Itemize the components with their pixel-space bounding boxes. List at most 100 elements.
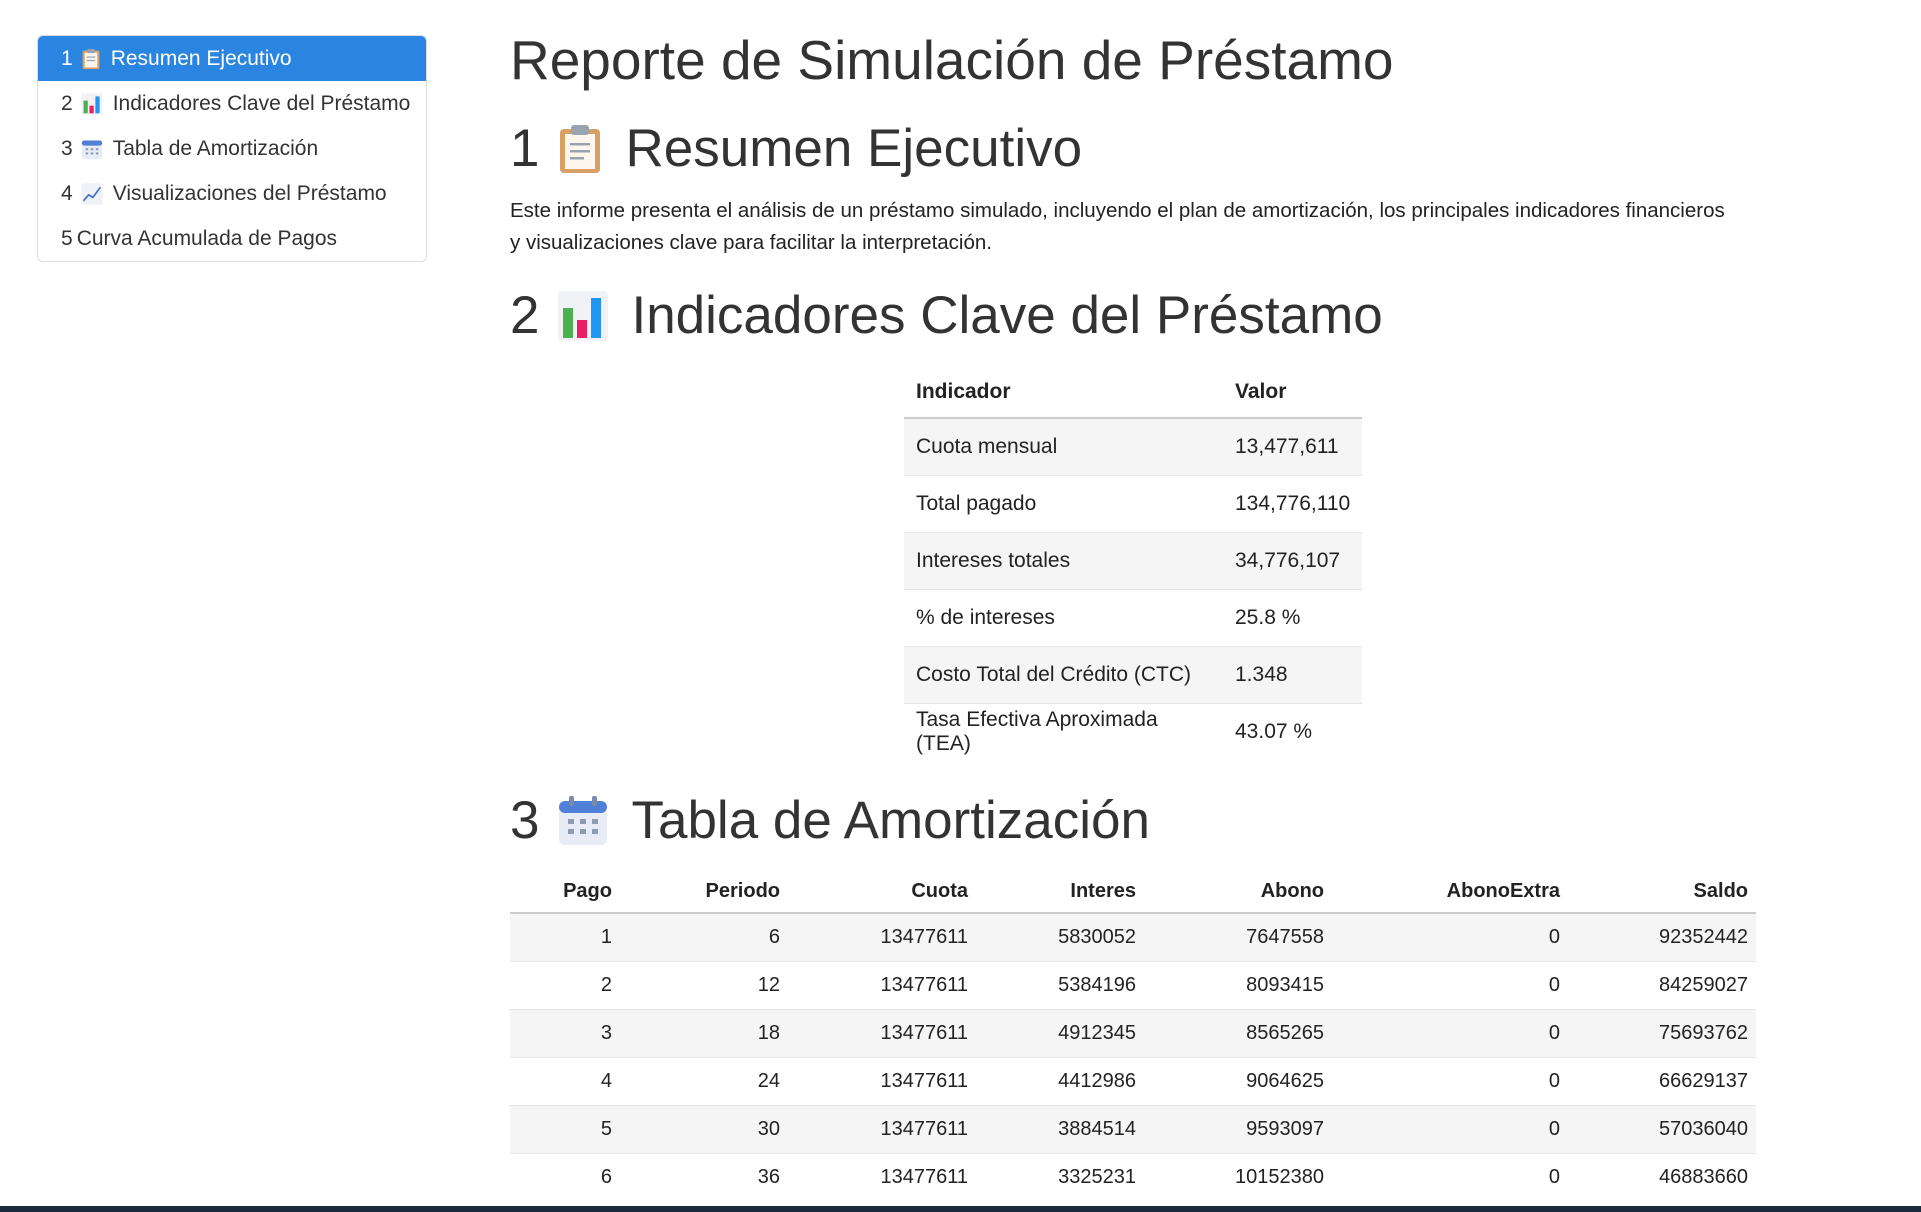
column-header: Periodo: [620, 870, 788, 914]
table-cell: 75693762: [1568, 1009, 1756, 1058]
table-cell: 13477611: [788, 1105, 976, 1154]
toc-item-number: 4: [61, 181, 73, 205]
indicator-name-cell: % de intereses: [904, 589, 1223, 647]
clipboard-icon: [557, 123, 603, 175]
toc-item-number: 1: [61, 46, 73, 70]
table-cell: 6: [510, 1153, 620, 1201]
table-cell: 1: [510, 912, 620, 962]
indicator-name-cell: Tasa Efectiva Aproximada (TEA): [904, 703, 1223, 760]
section-number: 2: [510, 286, 540, 345]
table-cell: 66629137: [1568, 1057, 1756, 1106]
table-cell: 13477611: [788, 912, 976, 962]
table-row: 6 36 13477611 3325231 10152380 0 46883660: [510, 1153, 1756, 1201]
bottom-bar: [0, 1206, 1921, 1212]
toc-item-4[interactable]: 4 Visualizaciones del Préstamo: [38, 171, 426, 216]
table-cell: 5: [510, 1105, 620, 1154]
table-of-contents: 1 Resumen Ejecutivo 2 Indicadores Clave del…: [37, 35, 427, 262]
table-cell: 92352442: [1568, 912, 1756, 962]
indicator-name-cell: Total pagado: [904, 475, 1223, 533]
indicator-value-cell: 1.348: [1223, 646, 1363, 704]
toc-item-label: Resumen Ejecutivo: [110, 46, 292, 70]
indicator-value-cell: 13,477,611: [1223, 417, 1363, 476]
table-cell: 0: [1332, 1057, 1568, 1106]
table-cell: 4412986: [976, 1057, 1144, 1106]
bar-chart-icon: [557, 290, 609, 342]
table-cell: 13477611: [788, 961, 976, 1010]
column-header: AbonoExtra: [1332, 870, 1568, 914]
table-cell: 4912345: [976, 1009, 1144, 1058]
toc-item-3[interactable]: 3 Tabla de Amortización: [38, 126, 426, 171]
amortization-table: Pago Periodo Cuota Interes Abono AbonoExtra Sa…: [510, 870, 1756, 1201]
table-cell: 3884514: [976, 1105, 1144, 1154]
table-row: Intereses totales 34,776,107: [904, 532, 1363, 590]
table-row: Total pagado 134,776,110: [904, 475, 1363, 533]
table-cell: 10152380: [1144, 1153, 1332, 1201]
table-cell: 9593097: [1144, 1105, 1332, 1154]
table-cell: 0: [1332, 961, 1568, 1010]
table-cell: 13477611: [788, 1057, 976, 1106]
section-heading-resumen: 1 Resumen Ejecutivo: [510, 118, 1082, 179]
table-cell: 3: [510, 1009, 620, 1058]
table-cell: 7647558: [1144, 912, 1332, 962]
indicator-name-cell: Cuota mensual: [904, 417, 1223, 476]
table-row: 1 6 13477611 5830052 7647558 0 92352442: [510, 912, 1756, 962]
toc-item-1[interactable]: 1 Resumen Ejecutivo: [38, 36, 426, 81]
indicator-name-cell: Costo Total del Crédito (CTC): [904, 646, 1223, 704]
section-title: Indicadores Clave del Préstamo: [631, 286, 1383, 345]
table-cell: 18: [620, 1009, 788, 1058]
calendar-icon: [557, 795, 609, 847]
indicator-name-cell: Intereses totales: [904, 532, 1223, 590]
section-title: Resumen Ejecutivo: [625, 119, 1083, 178]
section-number: 1: [510, 119, 540, 178]
table-cell: 12: [620, 961, 788, 1010]
column-header: Saldo: [1568, 870, 1756, 914]
toc-item-number: 3: [61, 136, 73, 160]
table-row: Cuota mensual 13,477,611: [904, 417, 1363, 476]
toc-item-label: Curva Acumulada de Pagos: [76, 226, 338, 250]
indicators-table: Indicador Valor Cuota mensual 13,477,611 T…: [904, 367, 1363, 760]
table-header-row: Indicador Valor: [904, 367, 1363, 419]
table-cell: 84259027: [1568, 961, 1756, 1010]
table-cell: 57036040: [1568, 1105, 1756, 1154]
indicator-value-cell: 34,776,107: [1223, 532, 1363, 590]
table-cell: 13477611: [788, 1153, 976, 1201]
table-row: 3 18 13477611 4912345 8565265 0 75693762: [510, 1009, 1756, 1058]
table-row: Costo Total del Crédito (CTC) 1.348: [904, 646, 1363, 704]
toc-item-label: Indicadores Clave del Préstamo: [112, 91, 411, 115]
section-title: Tabla de Amortización: [631, 791, 1150, 850]
toc-item-number: 5: [61, 226, 73, 250]
toc-item-number: 2: [61, 91, 73, 115]
table-cell: 2: [510, 961, 620, 1010]
table-cell: 4: [510, 1057, 620, 1106]
column-header: Interes: [976, 870, 1144, 914]
table-cell: 24: [620, 1057, 788, 1106]
table-cell: 46883660: [1568, 1153, 1756, 1201]
summary-paragraph: Este informe presenta el análisis de un …: [510, 199, 1725, 254]
table-cell: 36: [620, 1153, 788, 1201]
toc-item-label: Tabla de Amortización: [112, 136, 319, 160]
table-cell: 0: [1332, 1009, 1568, 1058]
indicator-value-cell: 43.07 %: [1223, 703, 1363, 760]
calendar-icon: [81, 138, 103, 160]
table-cell: 30: [620, 1105, 788, 1154]
line-chart-icon: [81, 182, 103, 205]
toc-item-2[interactable]: 2 Indicadores Clave del Préstamo: [38, 81, 426, 126]
table-row: Tasa Efectiva Aproximada (TEA) 43.07 %: [904, 703, 1363, 760]
table-row: 2 12 13477611 5384196 8093415 0 84259027: [510, 961, 1756, 1010]
toc-item-5[interactable]: 5 Curva Acumulada de Pagos: [38, 216, 426, 261]
table-cell: 8565265: [1144, 1009, 1332, 1058]
table-cell: 6: [620, 912, 788, 962]
table-header-row: Pago Periodo Cuota Interes Abono AbonoExtra Sa…: [510, 870, 1756, 914]
column-header: Valor: [1223, 367, 1363, 419]
table-row: 4 24 13477611 4412986 9064625 0 66629137: [510, 1057, 1756, 1106]
table-cell: 9064625: [1144, 1057, 1332, 1106]
clipboard-icon: [81, 48, 101, 70]
section-number: 3: [510, 791, 540, 850]
table-cell: 0: [1332, 912, 1568, 962]
bar-chart-icon: [81, 92, 103, 115]
table-row: % de intereses 25.8 %: [904, 589, 1363, 647]
section-heading-indicadores: 2 Indicadores Clave del Préstamo: [510, 285, 1383, 346]
column-header: Cuota: [788, 870, 976, 914]
table-cell: 3325231: [976, 1153, 1144, 1201]
table-cell: 0: [1332, 1153, 1568, 1201]
